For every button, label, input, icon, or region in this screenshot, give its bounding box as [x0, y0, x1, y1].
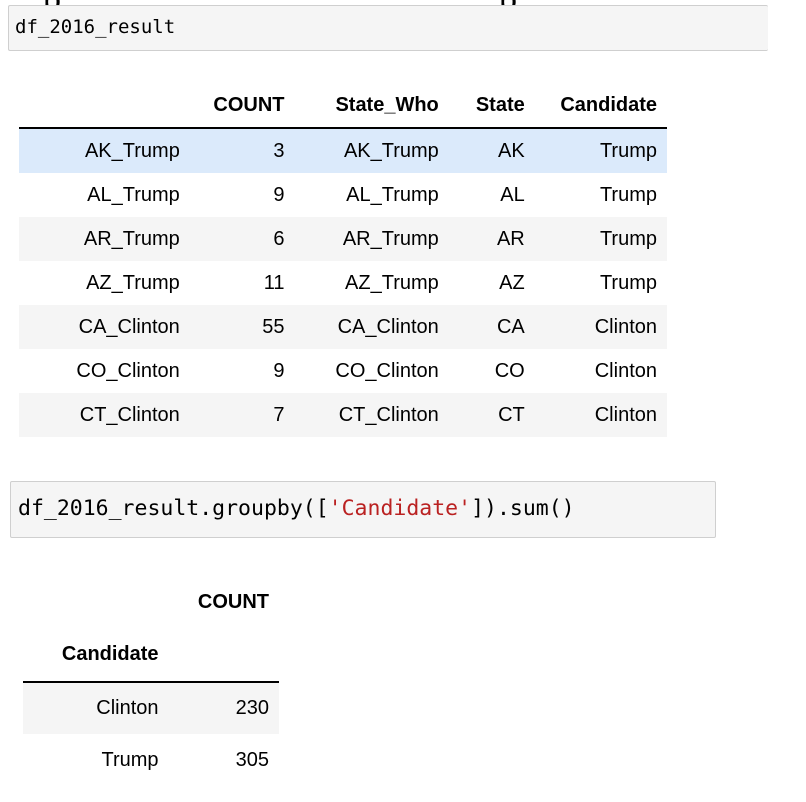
- code-input[interactable]: df_2016_result.groupby(['Candidate']).su…: [18, 496, 575, 521]
- row-index: Trump: [101, 748, 159, 771]
- row-index: AL_Trump: [87, 183, 180, 206]
- table-row: Trump 305: [23, 734, 279, 786]
- cell-candidate: Trump: [599, 271, 657, 294]
- cell-state-who: CT_Clinton: [338, 403, 439, 426]
- table-row: CA_Clinton 55 CA_Clinton CA Clinton: [19, 305, 667, 349]
- code-string-literal: 'Candidate': [328, 496, 472, 521]
- row-index: AK_Trump: [84, 139, 180, 162]
- row-index: CO_Clinton: [76, 359, 180, 382]
- cell-count: 230: [235, 697, 269, 719]
- cell-count: 3: [273, 139, 285, 162]
- cell-state-who: CA_Clinton: [337, 315, 439, 338]
- code-text: ]).sum(): [471, 496, 575, 521]
- cell-count: 11: [263, 271, 285, 294]
- cell-candidate: Trump: [599, 227, 657, 250]
- code-cell-2[interactable]: df_2016_result.groupby(['Candidate']).su…: [10, 481, 716, 538]
- groupby-output: COUNT Candidate Clinton 230 Trump 305: [23, 577, 279, 786]
- cell-state-who: CO_Clinton: [335, 359, 439, 382]
- cell-count: 305: [235, 748, 269, 771]
- row-index: Clinton: [96, 697, 159, 719]
- cell-state: CT: [498, 403, 525, 426]
- table-row: AK_Trump 3 AK_Trump AK Trump: [19, 128, 667, 173]
- cell-candidate: Clinton: [594, 315, 657, 338]
- table-header-row: COUNT: [23, 577, 279, 627]
- column-header-state-who: State_Who: [294, 83, 449, 129]
- table-header-row: COUNT State_Who State Candidate: [19, 83, 667, 129]
- cell-count: 7: [273, 403, 285, 426]
- cell-state: CO: [494, 359, 525, 382]
- code-text: df_2016_result: [15, 16, 176, 38]
- code-input[interactable]: df_2016_result: [15, 16, 175, 38]
- column-header-candidate: Candidate: [534, 83, 667, 129]
- cell-count: 9: [273, 183, 285, 206]
- table-row: Clinton 230: [23, 682, 279, 734]
- index-name-blank: [168, 627, 279, 683]
- table-row: AZ_Trump 11 AZ_Trump AZ Trump: [19, 261, 667, 305]
- row-index: CA_Clinton: [78, 315, 180, 338]
- cell-state-who: AZ_Trump: [345, 271, 439, 294]
- column-header-count: COUNT: [197, 590, 269, 613]
- column-header-count: COUNT: [189, 83, 295, 129]
- code-text: df_2016_result.groupby([: [18, 496, 329, 521]
- cell-state-who: AR_Trump: [342, 227, 439, 250]
- table-row: CT_Clinton 7 CT_Clinton CT Clinton: [19, 393, 667, 437]
- row-index: CT_Clinton: [79, 403, 180, 426]
- dataframe-output: COUNT State_Who State Candidate AK_Trump…: [19, 83, 667, 437]
- cell-count: 55: [262, 315, 285, 338]
- cell-state: AR: [496, 227, 525, 250]
- table-row: AL_Trump 9 AL_Trump AL Trump: [19, 173, 667, 217]
- cell-state: CA: [496, 315, 525, 338]
- code-cell-1[interactable]: df_2016_result: [8, 5, 768, 51]
- cell-state-who: AK_Trump: [343, 139, 439, 162]
- row-index: AZ_Trump: [86, 271, 180, 294]
- cell-candidate: Trump: [599, 183, 657, 206]
- index-name-row: Candidate: [23, 627, 279, 683]
- row-index: AR_Trump: [83, 227, 180, 250]
- cell-state: AZ: [499, 271, 525, 294]
- cell-state: AL: [500, 183, 525, 206]
- cell-candidate: Clinton: [594, 403, 657, 426]
- cell-state-who: AL_Trump: [346, 183, 439, 206]
- cell-count: 9: [273, 359, 285, 382]
- cell-candidate: Clinton: [594, 359, 657, 382]
- index-header-blank: [23, 577, 169, 627]
- cell-candidate: Trump: [599, 139, 657, 162]
- table-row: CO_Clinton 9 CO_Clinton CO Clinton: [19, 349, 667, 393]
- index-header: [19, 83, 190, 129]
- column-header-state: State: [448, 83, 535, 129]
- index-name-header: Candidate: [23, 627, 169, 683]
- cell-count: 6: [273, 227, 285, 250]
- cell-state: AK: [498, 139, 525, 162]
- table-row: AR_Trump 6 AR_Trump AR Trump: [19, 217, 667, 261]
